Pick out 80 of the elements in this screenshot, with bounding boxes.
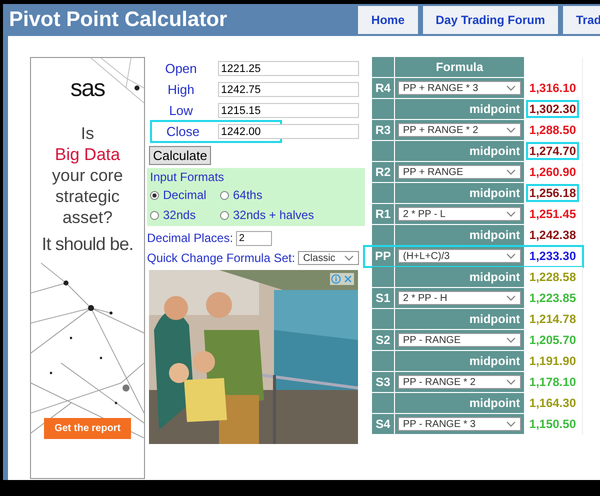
close-icon xyxy=(343,274,353,284)
midpoint-label: midpoint xyxy=(395,393,525,414)
formula-dropdown[interactable]: PP - RANGE * 3 xyxy=(398,417,521,431)
sas-logo: sas xyxy=(70,75,105,103)
midpoint-label: midpoint xyxy=(395,267,525,288)
table-cell xyxy=(372,141,395,162)
field-label: High xyxy=(166,82,196,97)
chevron-icon xyxy=(506,295,516,301)
ad-text: your core xyxy=(52,165,123,186)
input-field[interactable]: 1242.00 xyxy=(218,124,359,139)
dropdown[interactable]: Classic xyxy=(298,251,360,265)
level-value: 1,256.18 xyxy=(525,183,583,204)
chevron-icon xyxy=(506,379,516,385)
formula-dropdown[interactable]: PP + RANGE xyxy=(398,165,521,179)
chevron-icon xyxy=(506,253,516,259)
ad-text: asset? xyxy=(62,207,113,228)
formula-dropdown[interactable]: PP - RANGE xyxy=(398,333,521,347)
table-cell xyxy=(372,99,395,120)
radio-option[interactable]: Decimal xyxy=(150,188,220,202)
ad-text: strategic xyxy=(55,186,120,207)
section-title: Input Formats xyxy=(150,170,226,184)
input-field[interactable]: 2 xyxy=(236,230,272,246)
level-value: 1,274.70 xyxy=(525,141,583,162)
midpoint-label: midpoint xyxy=(395,183,525,204)
level-label: S3 xyxy=(372,372,395,393)
ad-text: Big Data xyxy=(54,144,120,165)
formula-dropdown[interactable]: 2 * PP - L xyxy=(398,207,521,221)
info-icon xyxy=(331,274,341,284)
radio-option[interactable]: 64ths xyxy=(220,188,362,202)
calculate-button[interactable]: Calculate xyxy=(149,146,212,165)
nav-tab[interactable]: Home xyxy=(358,6,418,34)
level-label: R1 xyxy=(372,204,395,225)
level-label: S2 xyxy=(372,330,395,351)
table-cell xyxy=(372,225,395,246)
chevron-icon xyxy=(506,211,516,217)
formula-dropdown[interactable]: (H+L+C)/3 xyxy=(398,249,521,263)
ad-text: Is xyxy=(80,123,94,144)
midpoint-label: midpoint xyxy=(395,225,525,246)
level-label: PP xyxy=(372,246,395,267)
field-label: Decimal Places: xyxy=(147,231,234,245)
midpoint-label: midpoint xyxy=(395,141,525,162)
chevron-icon xyxy=(344,255,354,261)
page-title: Pivot Point Calculator xyxy=(9,8,228,32)
radio-option[interactable]: 32nds xyxy=(150,208,220,222)
nav-tab[interactable]: Day Trading Forum xyxy=(422,6,558,34)
input-field[interactable]: 1242.75 xyxy=(218,82,359,97)
table-header-cell xyxy=(372,57,395,78)
field-label: Low xyxy=(168,103,194,118)
table-cell xyxy=(372,309,395,330)
formula-dropdown[interactable]: PP + RANGE * 2 xyxy=(398,123,521,137)
level-label: R4 xyxy=(372,78,395,99)
level-value: 1,228.58 xyxy=(525,267,583,288)
table-cell xyxy=(372,393,395,414)
level-value: 1,302.30 xyxy=(525,99,583,120)
chevron-icon xyxy=(506,169,516,175)
formula-dropdown[interactable]: 2 * PP - H xyxy=(398,291,521,305)
field-label: Quick Change Formula Set: xyxy=(147,251,296,265)
table-cell xyxy=(372,351,395,372)
level-label: S1 xyxy=(372,288,395,309)
chevron-icon xyxy=(506,337,516,343)
formula-dropdown[interactable]: PP + RANGE * 3 xyxy=(398,81,521,95)
table-cell xyxy=(372,267,395,288)
input-field[interactable]: 1215.15 xyxy=(218,103,359,118)
field-label: Close xyxy=(165,124,201,139)
ad-text: It should be. xyxy=(42,234,134,255)
field-label: Open xyxy=(164,61,198,76)
level-label: S4 xyxy=(372,414,395,435)
column-header: Formula xyxy=(395,57,525,78)
radio-option[interactable]: 32nds + halves xyxy=(220,208,362,222)
midpoint-label: midpoint xyxy=(395,99,525,120)
input-field[interactable]: 1221.25 xyxy=(218,61,359,76)
chevron-icon xyxy=(506,85,516,91)
midpoint-label: midpoint xyxy=(395,309,525,330)
midpoint-label: midpoint xyxy=(395,351,525,372)
table-cell xyxy=(372,183,395,204)
level-label: R3 xyxy=(372,120,395,141)
chevron-icon xyxy=(506,421,516,427)
formula-dropdown[interactable]: PP - RANGE * 2 xyxy=(398,375,521,389)
chevron-icon xyxy=(506,127,516,133)
level-label: R2 xyxy=(372,162,395,183)
